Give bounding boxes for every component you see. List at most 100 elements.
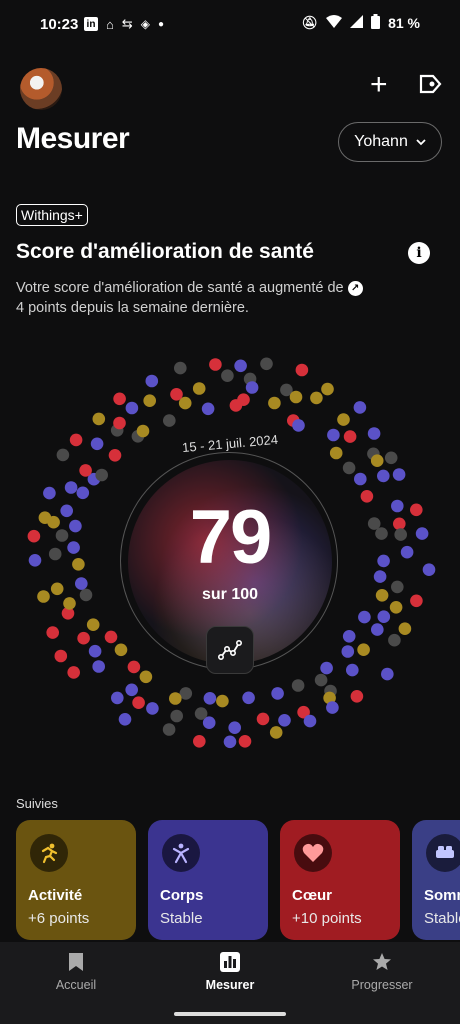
ring-dot-116	[37, 590, 50, 603]
user-selector[interactable]: Yohann	[338, 122, 442, 162]
ring-dot-135	[392, 468, 406, 481]
ring-dot-106	[269, 726, 283, 739]
ring-dot-21	[75, 577, 88, 590]
status-bar: 10:23 in ⌂ ⇆ ◈ ● 🔕︎ 81 %	[0, 0, 460, 52]
ring-dot-3	[358, 610, 371, 624]
card-coeur-subtitle: +10 points	[292, 910, 362, 927]
ring-dot-22	[72, 558, 85, 571]
ring-dot-126	[174, 361, 187, 375]
ring-dot-70	[50, 582, 64, 596]
card-coeur[interactable]: Cœur +10 points	[280, 820, 400, 940]
chevron-down-icon	[416, 138, 426, 145]
star-icon	[322, 952, 442, 978]
ring-dot-1	[373, 570, 387, 583]
ring-dot-77	[90, 437, 104, 451]
ring-dot-76	[79, 464, 92, 477]
ring-dot-16	[127, 660, 141, 674]
ring-dot-62	[146, 702, 159, 715]
ring-dot-12	[203, 692, 217, 705]
card-sommeil[interactable]: Sommeil Stable	[412, 820, 460, 940]
ring-dot-98	[422, 563, 436, 576]
ring-dot-89	[310, 391, 323, 405]
ring-dot-131	[321, 382, 334, 396]
ring-dot-43	[360, 490, 374, 503]
ring-dot-125	[145, 374, 159, 388]
notification-icons: in ⌂ ⇆ ◈ ●	[84, 16, 164, 32]
heart-icon	[294, 834, 332, 872]
bookmark-icon	[16, 952, 136, 978]
device-tag-icon[interactable]	[418, 74, 442, 94]
ring-dot-130	[295, 363, 309, 377]
score-value: 79	[189, 495, 273, 580]
page-title: Mesurer	[16, 122, 130, 155]
ring-dot-132	[353, 401, 367, 414]
ring-dot-28	[108, 449, 122, 462]
withings-plus-badge: Withings+	[16, 204, 88, 226]
ring-dot-56	[278, 714, 291, 727]
ring-dot-137	[415, 527, 429, 540]
ring-dot-30	[136, 424, 150, 438]
nav-accueil[interactable]: Accueil	[16, 952, 136, 992]
ring-dot-83	[192, 382, 206, 395]
ring-dot-82	[170, 388, 183, 401]
ring-dot-45	[375, 527, 388, 540]
ring-dot-64	[125, 683, 138, 697]
user-name: Yohann	[354, 133, 408, 150]
signal-icon	[350, 15, 364, 31]
ring-dot-127	[209, 358, 222, 371]
ring-dot-7	[314, 673, 328, 687]
ring-dot-71	[48, 547, 62, 561]
linkedin-icon: in	[84, 17, 98, 31]
nav-progresser[interactable]: Progresser	[322, 952, 442, 992]
card-corps-subtitle: Stable	[160, 910, 203, 927]
score-max: sur 100	[201, 586, 259, 603]
ring-dot-114	[54, 649, 68, 663]
ring-dot-5	[341, 645, 355, 658]
ring-dot-8	[291, 679, 305, 692]
chart-icon	[170, 952, 290, 978]
ring-dot-123	[92, 412, 106, 426]
ring-dot-27	[95, 468, 108, 482]
dot-icon: ●	[158, 18, 165, 30]
ring-dot-69	[63, 597, 76, 610]
ring-dot-94	[377, 469, 390, 483]
ring-dot-50	[371, 623, 384, 636]
card-corps[interactable]: Corps Stable	[148, 820, 268, 940]
transfer-icon: ⇆	[121, 16, 133, 31]
suivies-heading: Suivies	[16, 796, 58, 811]
ring-dot-118	[27, 529, 41, 543]
status-time: 10:23	[40, 16, 79, 33]
ring-dot-115	[46, 626, 59, 639]
nav-mesurer-label: Mesurer	[205, 978, 255, 992]
ring-dot-35	[237, 393, 250, 407]
trend-button[interactable]	[206, 626, 254, 674]
nav-mesurer[interactable]: Mesurer	[170, 952, 290, 992]
trend-line-icon	[218, 639, 242, 660]
home-icon: ⌂	[106, 16, 114, 32]
running-icon	[30, 834, 68, 872]
add-button[interactable]: +	[370, 70, 388, 100]
ring-dot-24	[69, 519, 82, 533]
ring-dot-19	[86, 618, 100, 631]
ring-dot-117	[28, 554, 42, 567]
ring-dot-129	[260, 357, 273, 371]
bed-icon	[426, 834, 460, 872]
ring-dot-134	[384, 451, 398, 465]
ring-dot-133	[367, 427, 381, 440]
card-coeur-title: Cœur	[292, 887, 332, 904]
ring-dot-99	[410, 594, 423, 608]
ring-dot-75	[64, 481, 78, 494]
ring-dot-72	[55, 529, 69, 542]
ring-dot-91	[343, 430, 357, 443]
ring-dot-74	[60, 504, 73, 518]
ring-dot-51	[357, 643, 370, 656]
description-line-2: 4 points depuis la semaine dernière.	[16, 300, 249, 316]
card-activite[interactable]: Activité +6 points	[16, 820, 136, 940]
info-icon[interactable]: i	[408, 242, 430, 264]
score-title: Score d'amélioration de santé	[16, 240, 314, 263]
avatar[interactable]	[20, 68, 62, 110]
card-activite-subtitle: +6 points	[28, 910, 90, 927]
ring-dot-95	[391, 499, 404, 513]
card-corps-title: Corps	[160, 887, 204, 904]
ring-dot-88	[289, 390, 303, 404]
